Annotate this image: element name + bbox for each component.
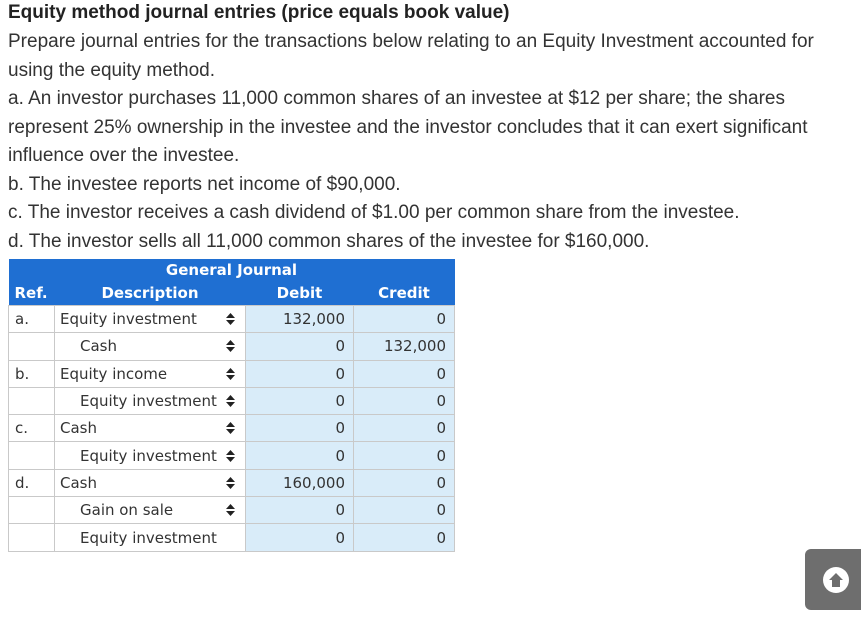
header-ref: Ref. (8, 281, 55, 306)
journal-row: c. Cash 0 0 (8, 414, 455, 443)
header-credit: Credit (353, 281, 455, 306)
description-value: Cash (80, 337, 117, 356)
description-value: Gain on sale (80, 501, 174, 520)
description-select[interactable]: Equity investment (54, 386, 246, 416)
select-arrows-icon[interactable] (226, 476, 235, 489)
transaction-b: b. The investee reports net income of $9… (8, 173, 401, 195)
credit-input[interactable]: 0 (353, 496, 455, 525)
general-journal-table: General Journal Ref. Description Debit C… (8, 259, 455, 552)
credit-input[interactable]: 0 (353, 441, 455, 470)
debit-input[interactable]: 0 (245, 386, 354, 416)
description-value: Cash (60, 473, 97, 492)
description-value: Equity income (60, 364, 168, 383)
journal-title: General Journal (8, 259, 455, 281)
description-select[interactable]: Equity income (54, 359, 246, 388)
select-arrows-icon[interactable] (226, 313, 235, 326)
debit-input[interactable]: 0 (245, 441, 354, 470)
credit-input[interactable]: 0 (353, 414, 455, 443)
select-arrows-icon[interactable] (226, 395, 235, 408)
transaction-c: c. The investor receives a cash dividend… (8, 202, 740, 223)
journal-row: Gain on sale 0 0 (8, 496, 455, 525)
description-value: Equity investment (80, 392, 217, 411)
description-select[interactable]: Equity investment (54, 523, 246, 552)
intro-text: Prepare journal entries for the transact… (8, 31, 814, 81)
journal-row: Equity investment 0 0 (8, 523, 455, 552)
row-ref (8, 441, 55, 470)
credit-input[interactable]: 0 (353, 304, 455, 334)
select-arrows-icon[interactable] (226, 340, 235, 353)
transaction-a: a. An investor purchases 11,000 common s… (8, 88, 808, 166)
select-arrows-icon[interactable] (226, 422, 235, 435)
header-debit: Debit (245, 281, 354, 306)
description-value: Equity investment (80, 446, 217, 465)
description-select[interactable]: Equity investment (54, 441, 246, 470)
journal-row: b. Equity income 0 0 (8, 359, 455, 388)
debit-input[interactable]: 0 (245, 496, 354, 525)
transaction-d: d. The investor sells all 11,000 common … (8, 230, 650, 252)
credit-input[interactable]: 0 (353, 359, 455, 388)
journal-row: a. Equity investment 132,000 0 (8, 304, 455, 334)
debit-input[interactable]: 0 (245, 359, 354, 388)
row-ref: c. (8, 414, 55, 443)
journal-row: Equity investment 0 0 (8, 441, 455, 470)
description-select[interactable]: Cash (54, 332, 246, 361)
debit-input[interactable]: 0 (245, 332, 354, 361)
credit-input[interactable]: 0 (353, 523, 455, 552)
credit-input[interactable]: 0 (353, 386, 455, 416)
debit-input[interactable]: 0 (245, 523, 354, 552)
debit-input[interactable]: 132,000 (245, 304, 354, 334)
question-content: Equity method journal entries (price equ… (8, 0, 853, 256)
row-ref (8, 523, 55, 552)
header-description: Description (54, 281, 246, 306)
row-ref (8, 496, 55, 525)
select-arrows-icon[interactable] (226, 449, 235, 462)
arrow-up-circle-icon (823, 567, 849, 593)
description-value: Cash (60, 419, 97, 438)
row-ref: b. (8, 359, 55, 388)
row-ref: d. (8, 468, 55, 498)
credit-input[interactable]: 132,000 (353, 332, 455, 361)
debit-input[interactable]: 0 (245, 414, 354, 443)
description-select[interactable]: Cash (54, 414, 246, 443)
row-ref (8, 386, 55, 416)
description-select[interactable]: Equity investment (54, 304, 246, 334)
journal-row: Equity investment 0 0 (8, 386, 455, 416)
credit-input[interactable]: 0 (353, 468, 455, 498)
journal-row: d. Cash 160,000 0 (8, 468, 455, 498)
journal-row: Cash 0 132,000 (8, 332, 455, 361)
description-value: Equity investment (60, 310, 197, 329)
description-value: Equity investment (80, 528, 217, 547)
select-arrows-icon[interactable] (226, 367, 235, 380)
description-select[interactable]: Cash (54, 468, 246, 498)
row-ref: a. (8, 304, 55, 334)
scroll-to-top-button[interactable] (805, 549, 861, 610)
journal-body: a. Equity investment 132,000 0 Cash 0 132,000 b… (8, 304, 455, 552)
row-ref (8, 332, 55, 361)
page-title: Equity method journal entries (price equ… (8, 2, 510, 23)
debit-input[interactable]: 160,000 (245, 468, 354, 498)
description-select[interactable]: Gain on sale (54, 496, 246, 525)
select-arrows-icon[interactable] (226, 504, 235, 517)
